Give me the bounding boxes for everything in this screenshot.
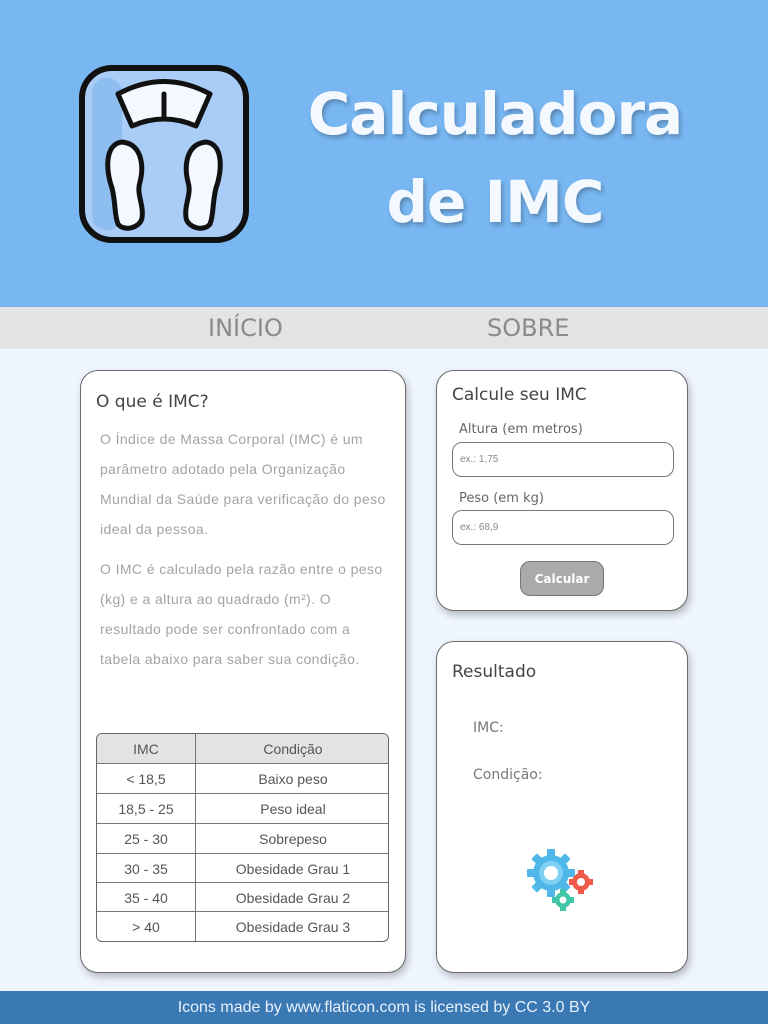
table-row: < 18,5 Baixo peso <box>97 763 388 794</box>
peso-input[interactable] <box>452 510 674 545</box>
altura-input[interactable] <box>452 442 674 477</box>
footer: Icons made by www.flaticon.com is licens… <box>0 991 768 1024</box>
title-line-2: de IMC <box>386 168 605 236</box>
calcular-button[interactable]: Calcular <box>520 561 604 596</box>
table-row: 18,5 - 25 Peso ideal <box>97 793 388 824</box>
table-cell-imc: > 40 <box>97 912 196 941</box>
nav-bar: INÍCIO SOBRE <box>0 307 768 349</box>
info-paragraph-1: O Índice de Massa Corporal (IMC) é um pa… <box>100 431 386 537</box>
calc-card: Calcule seu IMC Altura (em metros) Peso … <box>436 370 688 611</box>
footer-credit: Icons made by www.flaticon.com is licens… <box>177 999 591 1016</box>
info-card: O que é IMC? O Índice de Massa Corporal … <box>80 370 406 973</box>
table-cell-imc: 35 - 40 <box>97 883 196 912</box>
table-row: 25 - 30 Sobrepeso <box>97 823 388 854</box>
imc-table: IMC Condição < 18,5 Baixo peso 18,5 - 25… <box>96 733 389 942</box>
table-cell-condicao: Sobrepeso <box>259 831 327 847</box>
info-paragraph-2: O IMC é calculado pela razão entre o pes… <box>100 561 383 667</box>
title-line-1: Calculadora <box>307 80 683 148</box>
table-header-row: IMC Condição <box>97 734 388 764</box>
result-title: Resultado <box>452 662 537 682</box>
table-header-imc: IMC <box>97 734 196 764</box>
table-row: 35 - 40 Obesidade Grau 2 <box>97 882 388 912</box>
table-cell-imc: 25 - 30 <box>97 824 196 854</box>
table-cell-condicao: Obesidade Grau 2 <box>235 889 351 906</box>
gears-icon <box>527 849 593 911</box>
altura-label: Altura (em metros) <box>459 422 583 437</box>
table-row: 30 - 35 Obesidade Grau 1 <box>97 853 388 883</box>
table-cell-imc: 18,5 - 25 <box>97 794 196 824</box>
result-condicao-label: Condição: <box>473 767 543 783</box>
table-header-condicao: Condição <box>263 741 323 757</box>
nav-item-sobre[interactable]: SOBRE <box>487 307 569 349</box>
table-row: > 40 Obesidade Grau 3 <box>97 911 388 941</box>
table-cell-imc: < 18,5 <box>97 764 196 794</box>
result-imc-label: IMC: <box>473 720 504 736</box>
nav-item-inicio[interactable]: INÍCIO <box>208 307 283 349</box>
table-cell-condicao: Baixo peso <box>258 771 328 787</box>
table-cell-condicao: Obesidade Grau 1 <box>235 860 351 877</box>
table-cell-condicao: Peso ideal <box>260 801 326 817</box>
table-cell-condicao: Obesidade Grau 3 <box>235 919 351 935</box>
weighing-scale-icon <box>79 65 249 243</box>
calc-title: Calcule seu IMC <box>452 385 587 405</box>
result-card: Resultado IMC: Condição: <box>436 641 688 973</box>
peso-label: Peso (em kg) <box>459 491 544 506</box>
page-title: Calculadora de IMC <box>290 70 700 246</box>
table-cell-imc: 30 - 35 <box>97 854 196 883</box>
header: Calculadora de IMC <box>0 0 768 307</box>
info-title: O que é IMC? <box>96 392 209 412</box>
